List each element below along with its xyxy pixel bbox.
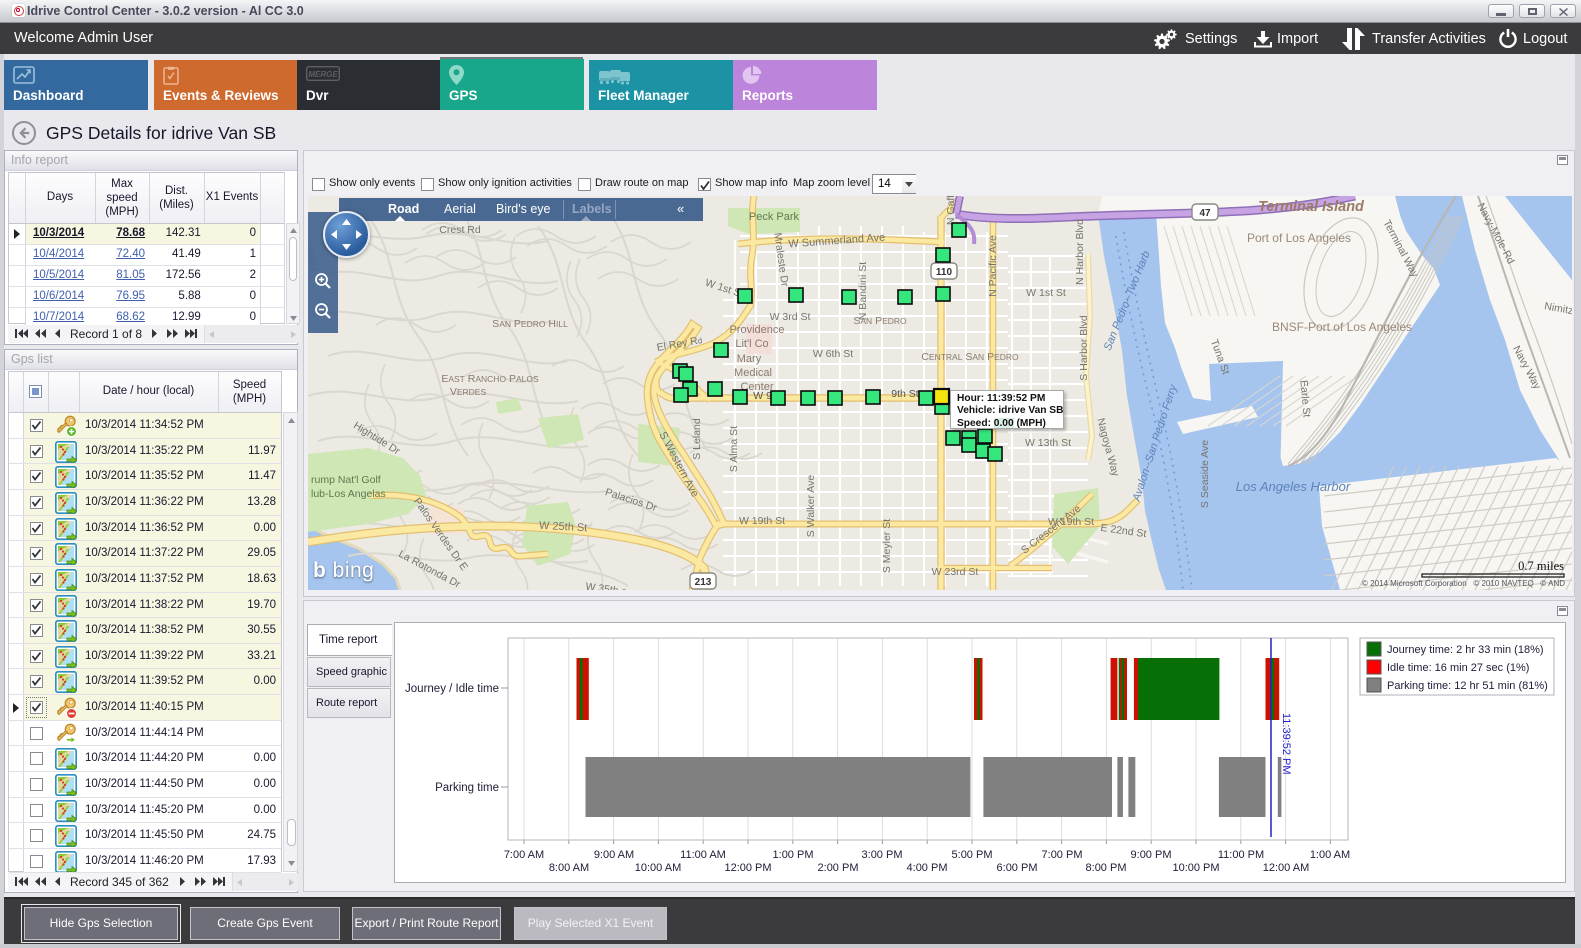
svg-text:N Harbor Blvd: N Harbor Blvd: [1074, 219, 1086, 285]
svg-text:Crest Rd: Crest Rd: [439, 224, 481, 236]
svg-text:S Harbor Blvd: S Harbor Blvd: [1078, 315, 1090, 381]
svg-text:9:00 AM: 9:00 AM: [594, 849, 634, 861]
svg-text:W 13th St: W 13th St: [1025, 437, 1071, 449]
svg-text:8:00 PM: 8:00 PM: [1086, 862, 1127, 874]
svg-text:1:00 AM: 1:00 AM: [1310, 849, 1350, 861]
svg-text:Idle time: 16 min 27 sec (1%): Idle time: 16 min 27 sec (1%): [1387, 662, 1529, 674]
svg-text:CENTRAL SAN PEDRO: CENTRAL SAN PEDRO: [921, 351, 1019, 363]
svg-text:lub-Los Angelas: lub-Los Angelas: [311, 488, 386, 500]
svg-text:W 25th St: W 25th St: [539, 520, 588, 535]
svg-text:Mary: Mary: [737, 353, 762, 365]
svg-text:Journey / Idle time: Journey / Idle time: [405, 683, 499, 695]
svg-text:rump Nat'l Golf: rump Nat'l Golf: [311, 474, 381, 486]
svg-text:Peck Park: Peck Park: [749, 211, 800, 223]
svg-text:11:39:52 PM: 11:39:52 PM: [1280, 713, 1292, 775]
svg-text:8:00 AM: 8:00 AM: [549, 862, 589, 874]
svg-text:Parking time: 12 hr 51 min (81: Parking time: 12 hr 51 min (81%): [1387, 680, 1548, 692]
svg-text:W 19th St: W 19th St: [739, 515, 785, 527]
svg-text:BNSF-Port of Los Angeles: BNSF-Port of Los Angeles: [1272, 320, 1412, 334]
svg-text:10:00 PM: 10:00 PM: [1172, 862, 1219, 874]
svg-text:N Gaff: N Gaff: [945, 196, 957, 225]
svg-text:MERGE: MERGE: [308, 70, 338, 79]
svg-text:S Seaside Ave: S Seaside Ave: [1199, 440, 1211, 508]
svg-text:Parking time: Parking time: [435, 782, 499, 794]
svg-text:Providence: Providence: [729, 324, 784, 336]
svg-text:6:00 PM: 6:00 PM: [997, 862, 1038, 874]
svg-text:9th St: 9th St: [891, 388, 919, 400]
svg-text:Terminal Island: Terminal Island: [1258, 199, 1365, 215]
svg-text:Medical: Medical: [734, 367, 772, 379]
svg-text:Lit'l Co: Lit'l Co: [735, 338, 768, 350]
svg-text:VERDES: VERDES: [450, 386, 487, 398]
svg-text:S Leland: S Leland: [691, 418, 703, 460]
svg-text:7:00 PM: 7:00 PM: [1042, 849, 1083, 861]
svg-text:9:00 PM: 9:00 PM: [1131, 849, 1172, 861]
svg-text:5:00 PM: 5:00 PM: [952, 849, 993, 861]
svg-text:12:00 AM: 12:00 AM: [1263, 862, 1309, 874]
svg-text:W 1st St: W 1st St: [1026, 287, 1066, 299]
svg-text:110: 110: [936, 267, 953, 278]
svg-text:0.7 miles: 0.7 miles: [1518, 559, 1564, 573]
svg-text:W 3rd St: W 3rd St: [770, 311, 811, 323]
svg-text:S Alma St: S Alma St: [728, 426, 740, 472]
svg-text:213: 213: [695, 577, 712, 588]
svg-text:47: 47: [1199, 208, 1211, 219]
svg-text:Journey time: 2 hr 33 min (18%: Journey time: 2 hr 33 min (18%): [1387, 644, 1544, 656]
svg-text:SAN PEDRO HILL: SAN PEDRO HILL: [492, 318, 568, 330]
svg-text:Port of Los Angeles: Port of Los Angeles: [1247, 231, 1351, 245]
svg-text:2:00 PM: 2:00 PM: [818, 862, 859, 874]
svg-text:W 23rd St: W 23rd St: [932, 566, 979, 578]
svg-text:12:00 PM: 12:00 PM: [724, 862, 771, 874]
svg-text:4:00 PM: 4:00 PM: [907, 862, 948, 874]
svg-text:SAN PEDRO: SAN PEDRO: [853, 315, 907, 327]
svg-text:EAST RANCHO PALOS: EAST RANCHO PALOS: [441, 373, 539, 385]
svg-text:S Meyler St: S Meyler St: [881, 519, 893, 573]
svg-text:11:00 PM: 11:00 PM: [1218, 849, 1264, 861]
svg-text:S Walker Ave: S Walker Ave: [805, 475, 817, 538]
svg-text:3:00 PM: 3:00 PM: [862, 849, 903, 861]
svg-text:W 6th St: W 6th St: [813, 348, 853, 360]
svg-text:10:00 AM: 10:00 AM: [635, 862, 681, 874]
svg-text:N Bandini St: N Bandini St: [857, 262, 869, 320]
svg-text:7:00 AM: 7:00 AM: [504, 849, 544, 861]
svg-text:1:00 PM: 1:00 PM: [773, 849, 814, 861]
svg-text:Los Angeles Harbor: Los Angeles Harbor: [1236, 479, 1351, 494]
svg-text:11:00 AM: 11:00 AM: [680, 849, 726, 861]
svg-text:© 2014 Microsoft Corporation: © 2014 Microsoft Corporation © 2010 NAVT…: [1362, 579, 1565, 588]
svg-text:N Pacific Ave: N Pacific Ave: [987, 235, 999, 297]
